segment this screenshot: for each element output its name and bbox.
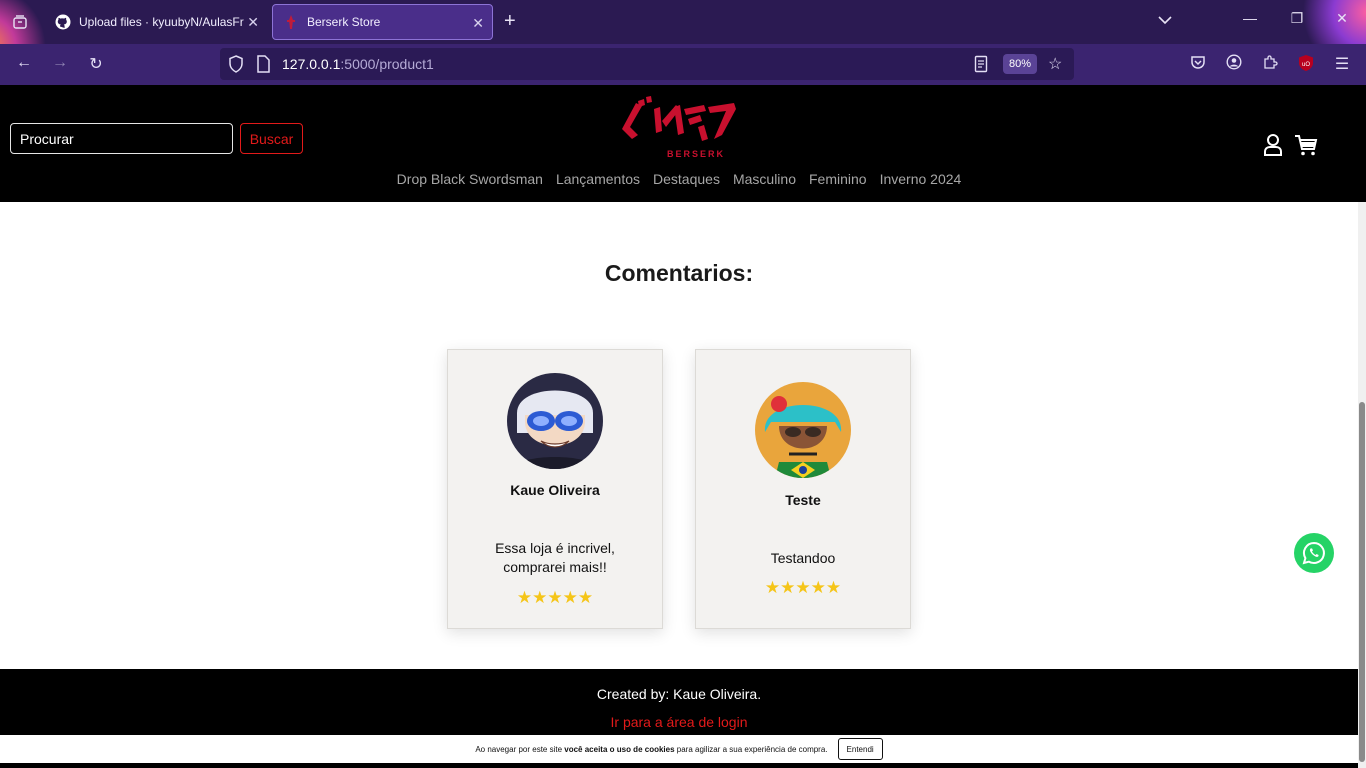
berserk-logo[interactable]: BERSERK xyxy=(618,95,740,161)
login-area-link[interactable]: Ir para a área de login xyxy=(0,714,1358,730)
cookie-accept-button[interactable]: Entendi xyxy=(837,738,883,760)
page-icon[interactable] xyxy=(256,55,270,78)
back-arrow-icon[interactable]: ← xyxy=(12,54,36,72)
shield-icon[interactable] xyxy=(228,55,244,78)
review-text: Testandoo xyxy=(770,550,836,566)
avatar xyxy=(507,373,603,469)
reload-icon[interactable]: ↻ xyxy=(84,54,108,74)
review-text: Essa loja é incrivel, comprarei mais!! xyxy=(495,540,615,575)
pocket-icon[interactable] xyxy=(1186,54,1210,75)
nav-link-destaques[interactable]: Destaques xyxy=(653,171,720,187)
scrollbar-thumb[interactable] xyxy=(1359,402,1365,762)
zoom-level-badge[interactable]: 80% xyxy=(1003,54,1037,74)
reviewer-name: Teste xyxy=(785,492,821,508)
svg-text:BERSERK: BERSERK xyxy=(667,149,725,159)
star-rating: ★★★★★ xyxy=(764,578,842,597)
page-scrollbar[interactable] xyxy=(1358,202,1366,768)
close-window-icon[interactable]: ✕ xyxy=(1330,10,1354,27)
browser-tab-bar: Upload files · kyuubyN/AulasFr ✕ Berserk… xyxy=(0,0,1366,44)
url-text[interactable]: 127.0.0.1:5000/product1 xyxy=(282,56,434,72)
chevron-down-icon[interactable] xyxy=(1158,12,1172,28)
svg-text:uO: uO xyxy=(1302,62,1310,68)
whatsapp-icon[interactable] xyxy=(1294,533,1334,573)
forward-arrow-icon[interactable]: → xyxy=(48,54,72,72)
tab-list-icon[interactable] xyxy=(8,10,32,34)
browser-nav-bar: ← → ↻ 127.0.0.1:5000/product1 80% ☆ uO ☰ xyxy=(0,44,1366,85)
restore-icon[interactable]: ❐ xyxy=(1285,10,1309,27)
github-icon xyxy=(55,14,71,30)
site-header: Buscar BERSERK Drop Black Swordsman La xyxy=(0,85,1366,202)
review-card: Teste Testandoo ★★★★★ xyxy=(695,349,911,629)
tab-berserk-store[interactable]: Berserk Store ✕ xyxy=(272,4,493,40)
avatar xyxy=(755,382,851,478)
minimize-icon[interactable]: — xyxy=(1238,10,1262,26)
address-bar[interactable]: 127.0.0.1:5000/product1 80% ☆ xyxy=(220,48,1074,80)
tab-title: Berserk Store xyxy=(307,15,381,29)
account-icon[interactable] xyxy=(1222,54,1246,75)
reviewer-name: Kaue Oliveira xyxy=(510,482,600,498)
tab-upload-files[interactable]: Upload files · kyuubyN/AulasFr ✕ xyxy=(45,4,267,40)
search-input[interactable] xyxy=(10,123,233,154)
bookmark-star-icon[interactable]: ☆ xyxy=(1048,54,1062,74)
star-rating: ★★★★★ xyxy=(516,588,594,607)
cookie-consent-bar: Ao navegar por este site você aceita o u… xyxy=(0,735,1358,763)
shopping-cart-icon[interactable] xyxy=(1294,133,1318,157)
tab-title: Upload files · kyuubyN/AulasFr xyxy=(79,15,244,29)
berserk-favicon-icon xyxy=(283,14,299,30)
nav-link-drop-black-swordsman[interactable]: Drop Black Swordsman xyxy=(397,171,543,187)
search-button[interactable]: Buscar xyxy=(240,123,303,154)
menu-hamburger-icon[interactable]: ☰ xyxy=(1330,54,1354,74)
nav-link-inverno-2024[interactable]: Inverno 2024 xyxy=(880,171,962,187)
close-tab-icon[interactable]: ✕ xyxy=(247,14,259,31)
close-tab-icon[interactable]: ✕ xyxy=(472,15,484,32)
category-nav: Drop Black Swordsman Lançamentos Destaqu… xyxy=(0,171,1358,187)
nav-link-lancamentos[interactable]: Lançamentos xyxy=(556,171,640,187)
review-card: Kaue Oliveira Essa loja é incrivel, comp… xyxy=(447,349,663,629)
footer-credit: Created by: Kaue Oliveira. xyxy=(596,686,762,702)
reader-view-icon[interactable] xyxy=(974,55,988,78)
comments-section: Comentarios: Kaue Oliveira Essa loja é i… xyxy=(0,202,1358,669)
cookie-text: Ao navegar por este site você aceita o u… xyxy=(475,744,828,754)
nav-link-masculino[interactable]: Masculino xyxy=(733,171,796,187)
extensions-icon[interactable] xyxy=(1258,54,1282,75)
section-title: Comentarios: xyxy=(604,260,754,286)
ublock-origin-icon[interactable]: uO xyxy=(1294,54,1318,77)
nav-link-feminino[interactable]: Feminino xyxy=(809,171,867,187)
new-tab-icon[interactable]: + xyxy=(504,10,516,33)
user-account-icon[interactable] xyxy=(1262,133,1284,157)
